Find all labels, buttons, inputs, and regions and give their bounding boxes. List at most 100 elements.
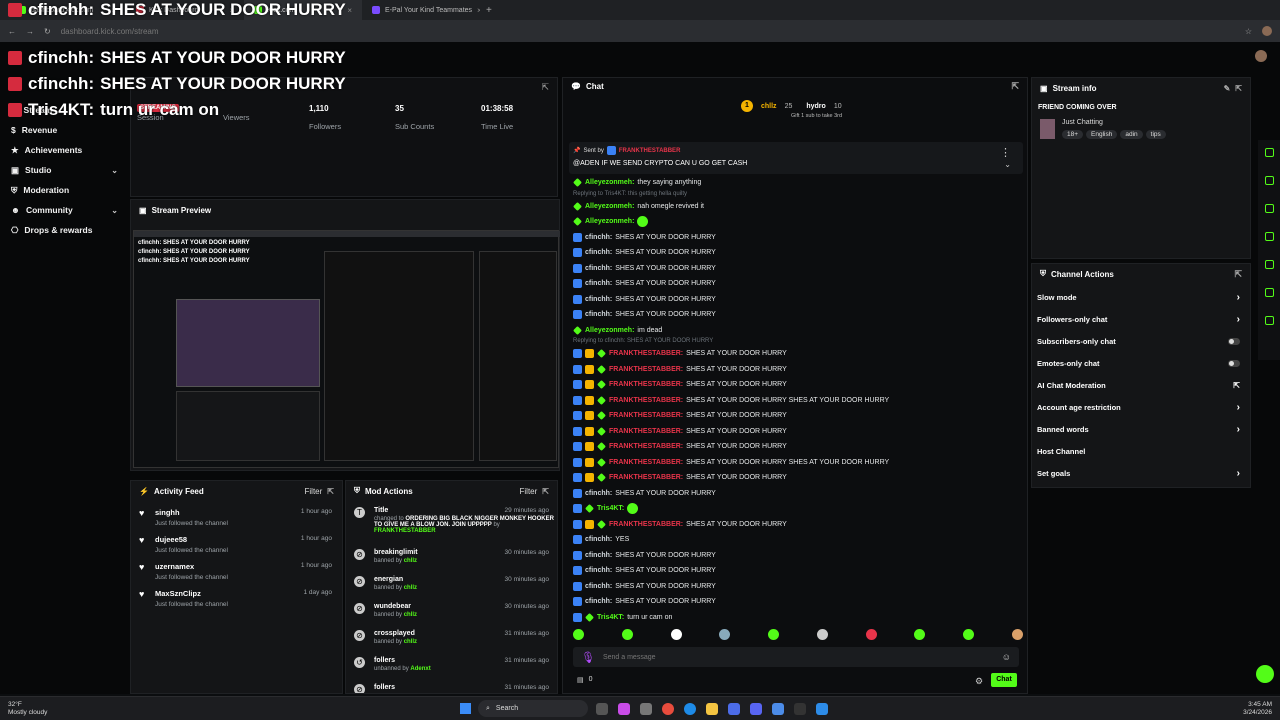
emote-icon[interactable]	[1011, 629, 1023, 640]
chat-username[interactable]: FRANKTHESTABBER:	[609, 350, 683, 357]
chat-message[interactable]: cfinchh: SHES AT YOUR DOOR HURRY	[563, 579, 1023, 595]
reload-icon[interactable]: ↻	[44, 27, 51, 36]
category-name[interactable]: Just Chatting	[1062, 119, 1103, 126]
weather-widget[interactable]: 32°F Mostly cloudy	[8, 701, 47, 717]
chat-username[interactable]: FRANKTHESTABBER:	[609, 474, 683, 481]
menu-dots-icon[interactable]: ⋮	[1000, 146, 1011, 159]
chat-message[interactable]: Alleyezonmeh: im dead	[563, 323, 1023, 339]
sidebar-item-moderation[interactable]: ⛨ Moderation	[0, 180, 128, 200]
emote-icon[interactable]	[816, 629, 828, 640]
stream-tag[interactable]: 18+	[1062, 130, 1084, 139]
preview-video[interactable]: cfinchh: SHES AT YOUR DOOR HURRY cfinchh:…	[133, 230, 560, 468]
chat-message[interactable]: FRANKTHESTABBER: SHES AT YOUR DOOR HURRY	[563, 377, 1023, 393]
chat-username[interactable]: FRANKTHESTABBER:	[609, 443, 683, 450]
chat-username[interactable]: cfinchh:	[585, 567, 612, 574]
rail-wrench-icon[interactable]	[1264, 316, 1274, 325]
chrome-icon[interactable]	[662, 703, 674, 715]
chat-message[interactable]: FRANKTHESTABBER: SHES AT YOUR DOOR HURRY	[563, 517, 1023, 533]
activity-filter-button[interactable]: Filter	[305, 487, 323, 496]
channel-action-banned-words[interactable]: Banned words ›	[1032, 418, 1250, 440]
chat-message[interactable]: cfinchh: SHES AT YOUR DOOR HURRY	[563, 230, 1023, 246]
channel-action-slow-mode[interactable]: Slow mode ›	[1032, 286, 1250, 308]
popout-icon[interactable]: ⇱	[541, 82, 549, 93]
chat-message[interactable]: cfinchh: SHES AT YOUR DOOR HURRY	[563, 486, 1023, 502]
chat-username[interactable]: cfinchh:	[585, 234, 612, 241]
rail-grid-icon[interactable]	[1264, 288, 1274, 297]
chat-message[interactable]: cfinchh: SHES AT YOUR DOOR HURRY	[563, 276, 1023, 292]
chat-username[interactable]: Tris4KT:	[597, 614, 624, 621]
mod-action-item[interactable]: ⊘ crossplayed banned by chllz 31 minutes ag…	[346, 628, 557, 655]
channel-action-followers-only-chat[interactable]: Followers-only chat ›	[1032, 308, 1250, 330]
chat-username[interactable]: cfinchh:	[585, 583, 612, 590]
rail-list-icon[interactable]	[1264, 204, 1274, 213]
chat-username[interactable]: cfinchh:	[585, 552, 612, 559]
close-tab-icon[interactable]: ×	[347, 6, 352, 15]
chat-message[interactable]: FRANKTHESTABBER: SHES AT YOUR DOOR HURRY	[563, 424, 1023, 440]
mod-action-by[interactable]: chllz	[404, 585, 417, 591]
app-icon[interactable]	[816, 703, 828, 715]
rail-chat-icon[interactable]	[1264, 232, 1274, 241]
chat-username[interactable]: cfinchh:	[585, 265, 612, 272]
reply-reference[interactable]: Replying to Tris4KT: this getting hella …	[563, 191, 1023, 199]
help-chat-icon[interactable]	[1256, 665, 1274, 683]
stream-tag[interactable]: adin	[1120, 130, 1143, 139]
user-avatar[interactable]	[1255, 50, 1267, 62]
taskbar-clock[interactable]: 3:45 AM 3/24/2026	[1243, 701, 1272, 717]
chat-send-button[interactable]: Chat	[991, 673, 1017, 687]
emote-icon[interactable]	[670, 629, 682, 640]
toggle-switch[interactable]	[1228, 337, 1240, 345]
chat-username[interactable]: FRANKTHESTABBER:	[609, 366, 683, 373]
chat-message[interactable]: cfinchh: SHES AT YOUR DOOR HURRY	[563, 594, 1023, 610]
second-gifter-name[interactable]: hydro	[806, 103, 825, 110]
chat-username[interactable]: cfinchh:	[585, 536, 612, 543]
close-tab-icon[interactable]: ×	[477, 6, 480, 15]
chat-message[interactable]: Tris4KT: turn ur cam on	[563, 610, 1023, 626]
emote-icon[interactable]	[865, 629, 877, 640]
activity-item[interactable]: ♥ uzernamex Just followed the channel 1 hou…	[131, 559, 342, 586]
toggle-switch[interactable]	[1228, 359, 1240, 367]
activity-item[interactable]: ♥ dujeee58 Just followed the channel 1 hour…	[131, 532, 342, 559]
task-view-icon[interactable]	[596, 703, 608, 715]
back-icon[interactable]: ←	[8, 27, 16, 36]
chat-message[interactable]: Alleyezonmeh:	[563, 214, 1023, 230]
folder-icon[interactable]	[706, 703, 718, 715]
chat-username[interactable]: Alleyezonmeh:	[585, 203, 634, 210]
chat-message[interactable]: cfinchh: SHES AT YOUR DOOR HURRY	[563, 261, 1023, 277]
mod-action-by[interactable]: chllz	[404, 639, 417, 645]
emote-icon[interactable]	[573, 629, 584, 640]
chat-message[interactable]: cfinchh: SHES AT YOUR DOOR HURRY	[563, 548, 1023, 564]
chat-username[interactable]: FRANKTHESTABBER:	[609, 428, 683, 435]
sidebar-item-drops-rewards[interactable]: ⎔ Drops & rewards	[0, 220, 128, 240]
channel-action-set-goals[interactable]: Set goals ›	[1032, 462, 1250, 484]
mod-action-by[interactable]: Adenxt	[410, 666, 430, 672]
mod-action-item[interactable]: ⊘ follers 31 minutes ago	[346, 682, 557, 693]
chat-message[interactable]: FRANKTHESTABBER: SHES AT YOUR DOOR HURRY …	[563, 455, 1023, 471]
taskbar-search[interactable]: ⌕ Search	[478, 700, 588, 717]
chat-message[interactable]: Tris4KT:	[563, 501, 1023, 517]
popout-icon[interactable]: ⇱	[1011, 81, 1019, 92]
chat-message[interactable]: cfinchh: YES	[563, 532, 1023, 548]
chat-message[interactable]: FRANKTHESTABBER: SHES AT YOUR DOOR HURRY	[563, 346, 1023, 362]
chat-username[interactable]: FRANKTHESTABBER:	[609, 412, 683, 419]
chat-message[interactable]: cfinchh: SHES AT YOUR DOOR HURRY	[563, 307, 1023, 323]
channel-action-account-age-restriction[interactable]: Account age restriction ›	[1032, 396, 1250, 418]
chevron-down-icon[interactable]: ⌄	[111, 206, 118, 215]
chat-message[interactable]: FRANKTHESTABBER: SHES AT YOUR DOOR HURRY	[563, 408, 1023, 424]
chat-username[interactable]: cfinchh:	[585, 598, 612, 605]
chat-username[interactable]: cfinchh:	[585, 490, 612, 497]
chat-message[interactable]: cfinchh: SHES AT YOUR DOOR HURRY	[563, 245, 1023, 261]
chat-message[interactable]: FRANKTHESTABBER: SHES AT YOUR DOOR HURRY …	[563, 393, 1023, 409]
edge-icon[interactable]	[684, 703, 696, 715]
app-icon[interactable]	[772, 703, 784, 715]
message-input[interactable]: 🎙 Send a message ☺	[573, 647, 1019, 667]
rail-expand-icon[interactable]	[1264, 260, 1274, 269]
chat-username[interactable]: cfinchh:	[585, 249, 612, 256]
chat-username[interactable]: cfinchh:	[585, 296, 612, 303]
rail-bolt-icon[interactable]	[1264, 176, 1274, 185]
chevron-down-icon[interactable]: ⌄	[1004, 160, 1011, 169]
chat-username[interactable]: FRANKTHESTABBER:	[609, 381, 683, 388]
activity-item[interactable]: ♥ MaxSznClipz Just followed the channel 1 d…	[131, 586, 342, 613]
chat-username[interactable]: cfinchh:	[585, 280, 612, 287]
chat-username[interactable]: FRANKTHESTABBER:	[609, 459, 683, 466]
activity-item[interactable]: ♥ singhh Just followed the channel 1 hour a…	[131, 505, 342, 532]
